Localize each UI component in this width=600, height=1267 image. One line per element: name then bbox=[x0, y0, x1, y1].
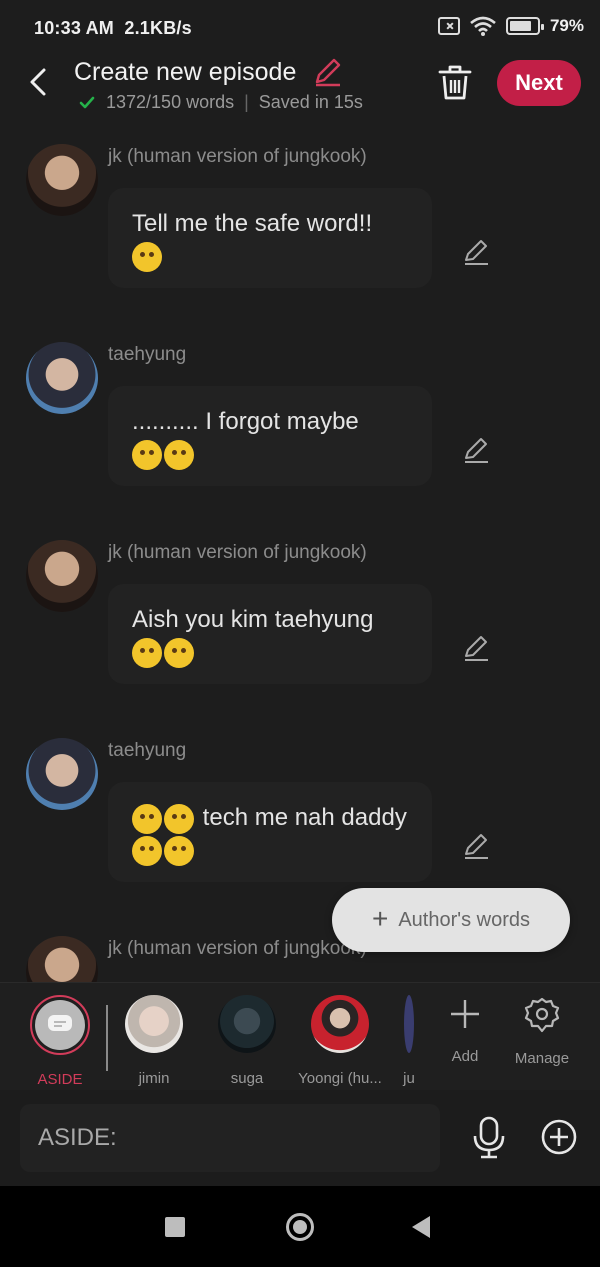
character-suga[interactable]: suga bbox=[202, 995, 292, 1087]
avatar-taehyung[interactable] bbox=[26, 342, 98, 414]
expressionless-emoji-icon bbox=[164, 637, 194, 668]
message-text: .......... I forgot maybe bbox=[132, 408, 359, 435]
character-label: ASIDE bbox=[37, 1071, 83, 1088]
expressionless-emoji-icon bbox=[132, 637, 162, 668]
character-label: ju bbox=[403, 1070, 415, 1087]
message-bubble[interactable]: Tell me the safe word!! bbox=[108, 188, 432, 288]
aside-avatar bbox=[30, 995, 90, 1055]
sweat-smile-emoji-icon bbox=[132, 439, 162, 470]
avatar-jk[interactable] bbox=[26, 144, 98, 216]
input-placeholder: ASIDE: bbox=[38, 1124, 117, 1151]
edit-message-icon[interactable] bbox=[462, 238, 490, 266]
network-speed: 2.1KB/s bbox=[124, 18, 192, 38]
edit-message-icon[interactable] bbox=[462, 634, 490, 662]
sim-off-icon bbox=[437, 17, 460, 35]
plus-icon bbox=[451, 1000, 479, 1028]
shushing-emoji-icon bbox=[132, 835, 162, 866]
status-bar: 10:33 AM 2.1KB/s 79% bbox=[0, 0, 600, 56]
character-jimin[interactable]: jimin bbox=[109, 995, 199, 1087]
smirk-emoji-icon bbox=[132, 241, 162, 272]
add-label: Add bbox=[451, 1048, 479, 1065]
sender-name: jk (human version of jungkook) bbox=[108, 542, 367, 563]
saved-text: Saved in 15s bbox=[258, 92, 363, 112]
message-bubble[interactable]: tech me nah daddy bbox=[108, 782, 432, 882]
recents-icon[interactable] bbox=[165, 1217, 185, 1237]
message-text: Aish you kim taehyung bbox=[132, 606, 374, 633]
battery-level bbox=[509, 21, 531, 31]
character-label: jimin bbox=[138, 1070, 170, 1087]
battery-percent: 79% bbox=[549, 16, 584, 35]
home-icon[interactable] bbox=[286, 1213, 314, 1241]
wifi-icon bbox=[470, 16, 496, 36]
author-words-label: Author's words bbox=[398, 908, 530, 931]
sweat-smile-emoji-icon bbox=[164, 439, 194, 470]
avatar-jk[interactable] bbox=[26, 540, 98, 612]
character-yoongi[interactable]: Yoongi (hu... bbox=[295, 995, 385, 1087]
manage-label: Manage bbox=[514, 1050, 570, 1067]
avatar bbox=[311, 995, 369, 1053]
back-button[interactable] bbox=[22, 64, 54, 100]
status-icons: 79% bbox=[437, 16, 584, 36]
shushing-emoji-icon bbox=[164, 835, 194, 866]
system-nav-bar bbox=[0, 1186, 600, 1267]
edit-message-icon[interactable] bbox=[462, 832, 490, 860]
add-circle-icon[interactable] bbox=[540, 1118, 578, 1156]
avatar-jk[interactable] bbox=[26, 936, 98, 982]
battery-icon bbox=[505, 17, 544, 35]
save-status: 1372/150 words | Saved in 15s bbox=[78, 92, 363, 113]
add-character-button[interactable]: Add bbox=[425, 997, 505, 1065]
message-bubble[interactable]: .......... I forgot maybe bbox=[108, 386, 432, 486]
message-list: jk (human version of jungkook) Tell me t… bbox=[0, 120, 600, 982]
chevron-left-icon bbox=[30, 68, 46, 96]
status-time: 10:33 AM 2.1KB/s bbox=[34, 18, 192, 38]
message-text: Tell me the safe word!! bbox=[132, 210, 373, 237]
hushed-emoji-icon bbox=[132, 803, 162, 834]
next-button[interactable]: Next bbox=[497, 60, 581, 106]
avatar-taehyung[interactable] bbox=[26, 738, 98, 810]
author-words-button[interactable]: + Author's words bbox=[332, 888, 570, 952]
chat-bubble-icon bbox=[48, 1015, 72, 1031]
edit-message-icon[interactable] bbox=[462, 436, 490, 464]
app-header: Create new episode 1372/150 words | Save… bbox=[0, 56, 600, 120]
microphone-icon[interactable] bbox=[470, 1116, 508, 1160]
compose-bar: ASIDE: bbox=[0, 1090, 600, 1186]
app-root: 10:33 AM 2.1KB/s 79% Create new episode bbox=[0, 0, 600, 1267]
back-triangle-icon[interactable] bbox=[412, 1216, 430, 1238]
avatar bbox=[125, 995, 183, 1053]
divider bbox=[106, 1005, 108, 1071]
hushed-emoji-icon bbox=[164, 803, 194, 834]
trash-icon[interactable] bbox=[436, 62, 474, 102]
message-bubble[interactable]: Aish you kim taehyung bbox=[108, 584, 432, 684]
sender-name: jk (human version of jungkook) bbox=[108, 938, 367, 959]
character-ju[interactable]: ju bbox=[388, 995, 430, 1087]
page-title: Create new episode bbox=[74, 58, 297, 86]
message-input[interactable]: ASIDE: bbox=[20, 1104, 440, 1172]
edit-title-icon[interactable] bbox=[312, 56, 344, 88]
message-text: tech me nah daddy bbox=[202, 804, 407, 831]
character-bar: ASIDE jimin suga Yoongi (hu... ju Add Ma… bbox=[0, 982, 600, 1090]
avatar bbox=[218, 995, 276, 1053]
sender-name: taehyung bbox=[108, 740, 187, 761]
check-icon bbox=[79, 96, 95, 108]
gear-icon bbox=[524, 997, 560, 1033]
manage-characters-button[interactable]: Manage bbox=[502, 997, 582, 1067]
word-count: 1372/150 words bbox=[106, 92, 235, 112]
avatar bbox=[404, 995, 414, 1053]
sender-name: taehyung bbox=[108, 344, 187, 365]
character-label: suga bbox=[230, 1070, 264, 1087]
character-aside[interactable]: ASIDE bbox=[15, 995, 105, 1088]
plus-icon: + bbox=[371, 902, 389, 934]
sender-name: jk (human version of jungkook) bbox=[108, 146, 367, 167]
character-label: Yoongi (hu... bbox=[298, 1070, 382, 1087]
